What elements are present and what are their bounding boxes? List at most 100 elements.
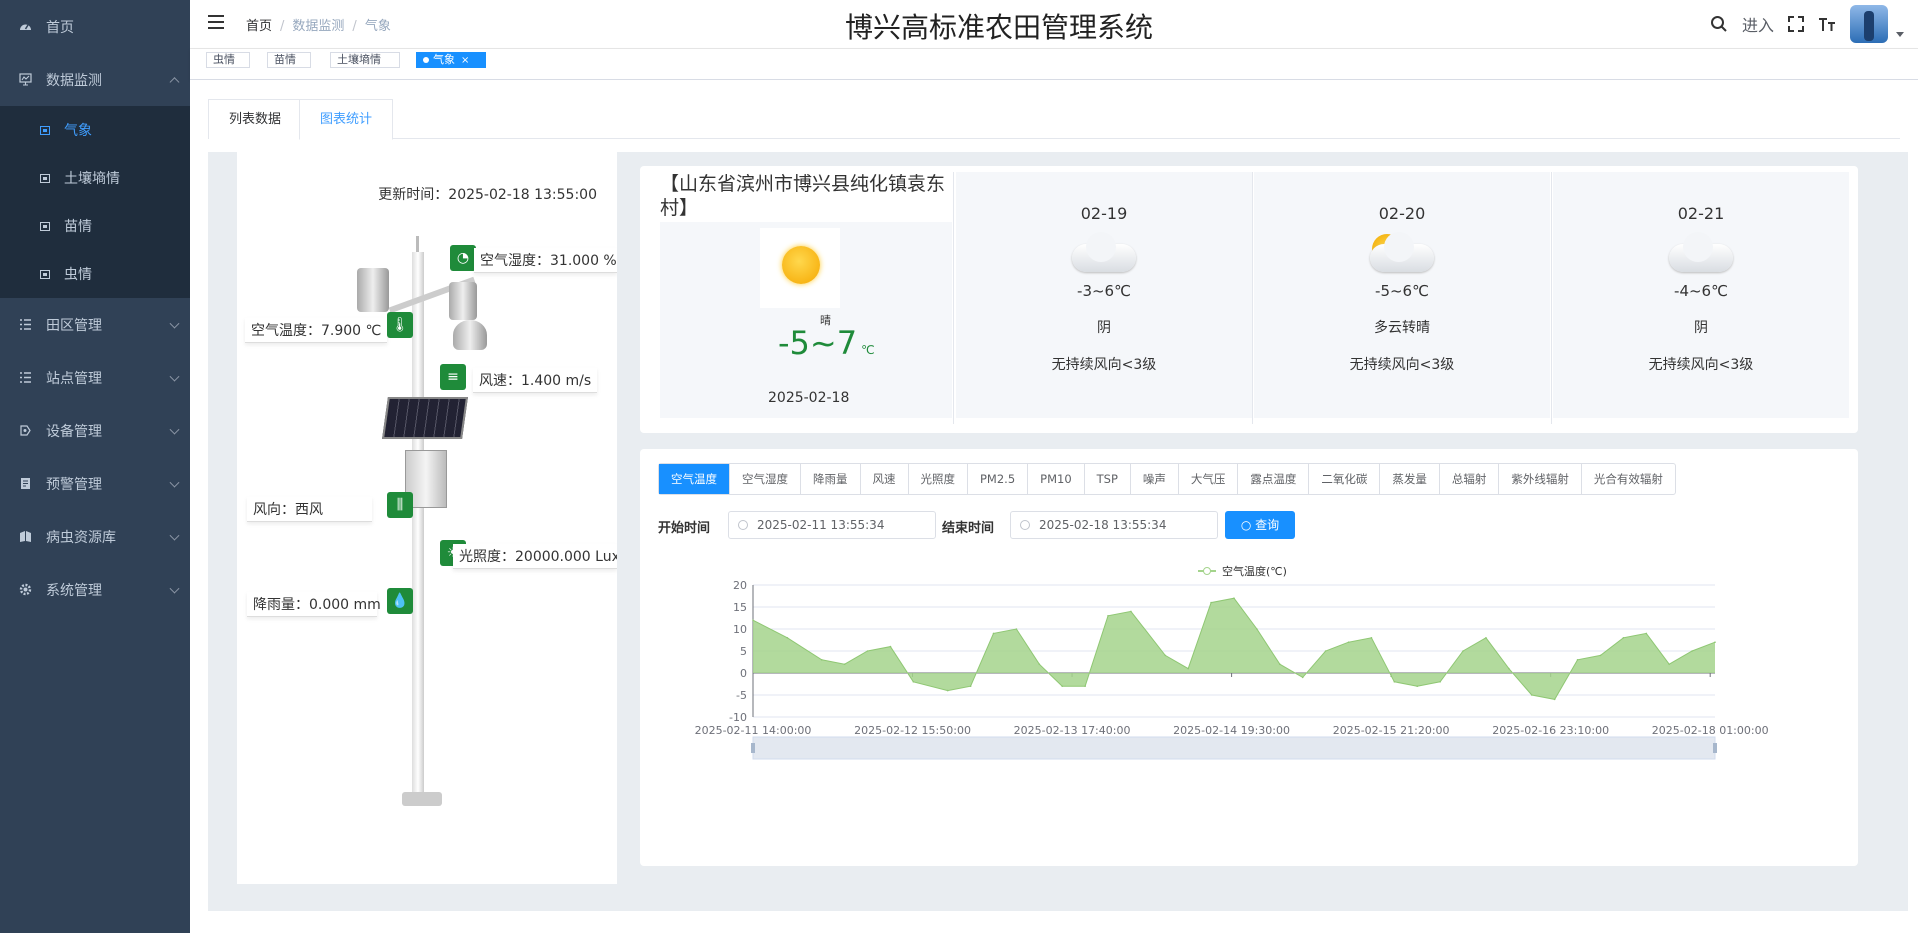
metric-tab[interactable]: 二氧化碳 [1308, 464, 1379, 494]
tag-seedling[interactable]: 苗情× [267, 52, 311, 68]
caret-down-icon[interactable] [1896, 31, 1904, 37]
forecast-condition: 多云转晴 [1374, 320, 1430, 336]
forecast-condition: 阴 [1097, 320, 1111, 336]
metric-tab[interactable]: 蒸发量 [1379, 464, 1439, 494]
breadcrumb: 首页 / 数据监测 / 气象 [246, 19, 391, 34]
sidebar-item-warning[interactable]: 预警管理 [0, 457, 190, 510]
sidebar-item-label: 土壤墒情 [64, 171, 120, 187]
search-icon[interactable] [1710, 15, 1728, 33]
start-time-input[interactable]: 2025-02-11 13:55:34 [728, 511, 936, 539]
data-point [1347, 641, 1350, 643]
chart-panel: 空气温度 空气湿度 降雨量 风速 光照度 PM2.5 PM10 TSP 噪声 大气压 露点温度 二氧化… [640, 449, 1858, 866]
fullscreen-icon[interactable] [1788, 16, 1804, 32]
metric-tab[interactable]: 大气压 [1177, 464, 1238, 494]
end-time-input[interactable]: 2025-02-18 13:55:34 [1010, 511, 1218, 539]
metric-tab[interactable]: 噪声 [1129, 464, 1178, 494]
dashboard-icon [18, 20, 32, 34]
tab-list-data[interactable]: 列表数据 [208, 99, 303, 139]
sidebar-item-label: 田区管理 [46, 317, 102, 334]
data-point [866, 650, 869, 652]
sidebar-item-field[interactable]: 田区管理 [0, 298, 190, 351]
chart-legend[interactable]: 空气温度(℃) [1198, 563, 1287, 579]
data-point [1130, 610, 1132, 613]
list-icon [18, 371, 32, 385]
menu-toggle-icon[interactable] [208, 15, 224, 29]
data-point [1462, 650, 1464, 652]
sidebar-item-pest-library[interactable]: 病虫资源库 [0, 510, 190, 563]
sidebar-item-pest[interactable]: 虫情 [0, 250, 190, 298]
search-icon: ○ [1240, 518, 1256, 532]
data-point [1393, 681, 1396, 683]
sidebar-item-label: 数据监测 [46, 72, 102, 89]
metric-tab[interactable]: 总辐射 [1438, 464, 1499, 494]
metric-tab[interactable]: 露点温度 [1237, 464, 1308, 494]
sidebar-item-station[interactable]: 站点管理 [0, 351, 190, 404]
data-point [1061, 685, 1064, 687]
data-point [946, 689, 949, 692]
metric-tab[interactable]: 降雨量 [800, 464, 860, 494]
wind-direction-icon: ⫼ [387, 492, 413, 518]
query-button[interactable]: ○ 查询 [1225, 511, 1295, 539]
humidity-icon: ◔ [450, 245, 476, 271]
data-point [1038, 663, 1041, 665]
enter-link[interactable]: 进入 [1742, 12, 1774, 36]
avatar[interactable] [1850, 5, 1888, 43]
metric-tab[interactable]: 空气温度 [659, 464, 729, 494]
tag-weather[interactable]: 气象 × [416, 52, 486, 68]
document-icon [18, 477, 32, 491]
wind-speed-icon: ≡ [440, 364, 466, 390]
sidebar-item-device[interactable]: 设备管理 [0, 404, 190, 457]
metric-tab[interactable]: PM2.5 [967, 464, 1027, 494]
data-point [786, 637, 789, 639]
data-point [1530, 694, 1533, 696]
forecast-range: -3~6℃ [1077, 282, 1131, 300]
data-point [1714, 641, 1716, 643]
tag-soil[interactable]: 土壤墒情× [330, 52, 400, 68]
metric-tab[interactable]: 空气湿度 [729, 464, 800, 494]
sidebar-item-weather[interactable]: 气象 [0, 106, 190, 154]
data-point [1668, 663, 1670, 665]
list-icon [18, 318, 32, 332]
chart-icon [40, 125, 50, 135]
top-header: 首页 / 数据监测 / 气象 博兴高标准农田管理系统 进入 [190, 0, 1918, 49]
sidebar-item-seedling[interactable]: 苗情 [0, 202, 190, 250]
metric-tabs: 空气温度 空气湿度 降雨量 风速 光照度 PM2.5 PM10 TSP 噪声 大气压 露点温度 二氧化… [658, 463, 1676, 495]
metric-tab[interactable]: 风速 [859, 464, 908, 494]
legend-marker [1198, 566, 1216, 576]
pole-base [402, 792, 442, 806]
sidebar-item-system[interactable]: 系统管理 [0, 563, 190, 616]
font-size-icon[interactable] [1818, 16, 1836, 32]
forecast-day: 02-20 -5~6℃ 多云转晴 无持续风向<3级 [1254, 172, 1550, 418]
station-pole [412, 252, 424, 802]
thermometer-icon: 🌡 [387, 312, 413, 338]
tag-pest[interactable]: 虫情× [206, 52, 250, 68]
y-tick-label: 5 [740, 645, 747, 658]
sidebar-item-home[interactable]: 首页 [0, 0, 190, 53]
sidebar: 首页 数据监测 气象 土壤墒情 苗情 虫情 田区管理 站点管理 设备管理 预警管… [0, 0, 190, 933]
metric-tab[interactable]: TSP [1083, 464, 1130, 494]
metric-tab[interactable]: 光合有效辐射 [1580, 464, 1675, 494]
metric-tab[interactable]: PM10 [1027, 464, 1084, 494]
today-weather: 晴 -5~7 ℃ 2025-02-18 [660, 222, 952, 418]
breadcrumb-home[interactable]: 首页 [246, 19, 272, 34]
chevron-down-icon [169, 477, 180, 488]
breadcrumb-monitoring[interactable]: 数据监测 [292, 19, 344, 34]
data-point [1691, 650, 1693, 652]
sidebar-item-label: 系统管理 [46, 582, 102, 599]
tab-chart-stats[interactable]: 图表统计 [299, 99, 394, 140]
chevron-down-icon [169, 318, 180, 329]
solar-panel [382, 397, 468, 439]
close-icon[interactable]: × [461, 55, 469, 66]
x-tick-label: 2025-02-18 01:00:00 [1652, 724, 1769, 737]
data-point [1187, 667, 1189, 670]
sensor-device [449, 282, 477, 320]
metric-tab[interactable]: 光照度 [907, 464, 968, 494]
x-tick-label: 2025-02-14 19:30:00 [1173, 724, 1290, 737]
sidebar-item-soil[interactable]: 土壤墒情 [0, 154, 190, 202]
metric-tab[interactable]: 紫外线辐射 [1498, 464, 1581, 494]
data-point [1599, 654, 1602, 657]
sensor-device [357, 268, 389, 312]
forecast-condition: 阴 [1694, 320, 1708, 336]
data-point [969, 685, 972, 687]
sidebar-item-monitoring[interactable]: 数据监测 [0, 53, 190, 106]
